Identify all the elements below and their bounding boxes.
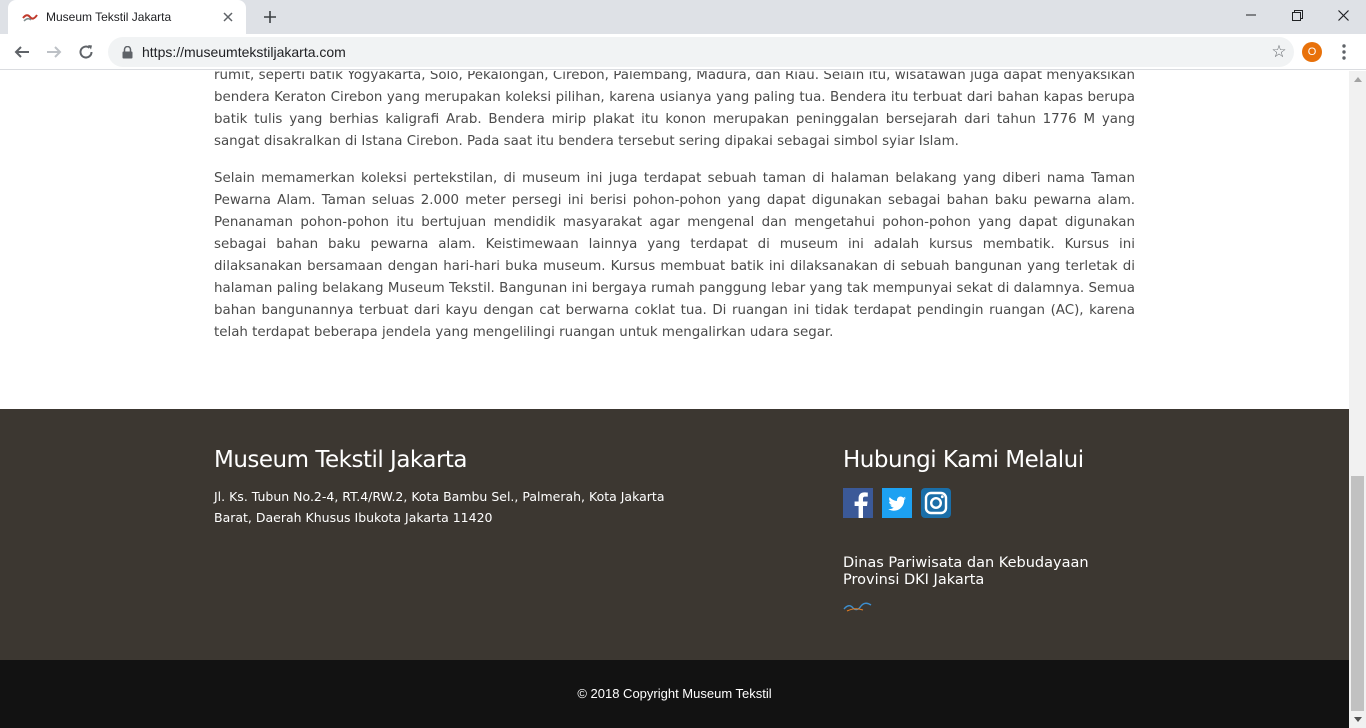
address-bar[interactable]: https://museumtekstiljakarta.com ☆ bbox=[108, 37, 1294, 67]
footer-main: Museum Tekstil Jakarta Jl. Ks. Tubun No.… bbox=[0, 409, 1349, 660]
reload-button[interactable] bbox=[72, 38, 100, 66]
twitter-icon[interactable] bbox=[882, 488, 912, 518]
article-paragraph: rumit, seperti batik Yogyakarta, Solo, P… bbox=[214, 71, 1135, 149]
minimize-window-button[interactable] bbox=[1228, 0, 1274, 30]
scroll-thumb[interactable] bbox=[1351, 476, 1364, 711]
footer-museum-title: Museum Tekstil Jakarta bbox=[214, 447, 468, 473]
back-button[interactable] bbox=[8, 38, 36, 66]
dinas-logo-icon[interactable] bbox=[843, 599, 873, 613]
dinas-text: Dinas Pariwisata dan Kebudayaan Provinsi… bbox=[843, 555, 1143, 589]
address-line: Barat, Daerah Khusus Ibukota Jakarta 114… bbox=[214, 509, 493, 525]
article-body: rumit, seperti batik Yogyakarta, Solo, P… bbox=[214, 71, 1135, 359]
browser-toolbar: https://museumtekstiljakarta.com ☆ O bbox=[0, 34, 1366, 70]
page-scrollbar[interactable] bbox=[1349, 71, 1366, 728]
browser-menu-icon[interactable] bbox=[1332, 39, 1356, 65]
page-viewport: rumit, seperti batik Yogyakarta, Solo, P… bbox=[0, 71, 1349, 728]
restore-window-button[interactable] bbox=[1274, 0, 1320, 30]
browser-tabstrip: Museum Tekstil Jakarta bbox=[0, 0, 1366, 34]
scroll-up-arrow-icon[interactable] bbox=[1349, 71, 1366, 88]
tab-title: Museum Tekstil Jakarta bbox=[46, 10, 172, 24]
footer-address: Jl. Ks. Tubun No.2-4, RT.4/RW.2, Kota Ba… bbox=[214, 487, 674, 528]
browser-tab[interactable]: Museum Tekstil Jakarta bbox=[8, 0, 246, 34]
dinas-line: Provinsi DKI Jakarta bbox=[843, 572, 985, 588]
bookmark-star-icon[interactable]: ☆ bbox=[1264, 37, 1294, 67]
url-text: https://museumtekstiljakarta.com bbox=[142, 44, 346, 60]
new-tab-button[interactable] bbox=[258, 6, 282, 28]
forward-button[interactable] bbox=[40, 38, 68, 66]
museum-favicon-icon bbox=[22, 9, 38, 25]
address-line: Jl. Ks. Tubun No.2-4, RT.4/RW.2, Kota Ba… bbox=[214, 489, 665, 504]
facebook-icon[interactable] bbox=[843, 488, 873, 518]
article-paragraph: Selain memamerkan koleksi pertekstilan, … bbox=[214, 171, 1135, 340]
copyright-text: © 2018 Copyright Museum Tekstil bbox=[577, 686, 772, 701]
instagram-icon[interactable] bbox=[921, 488, 951, 518]
footer-bottom: © 2018 Copyright Museum Tekstil bbox=[0, 660, 1349, 728]
profile-avatar[interactable]: O bbox=[1302, 42, 1322, 62]
dinas-line: Dinas Pariwisata dan Kebudayaan bbox=[843, 555, 1089, 571]
close-window-button[interactable] bbox=[1320, 0, 1366, 30]
footer-contact-title: Hubungi Kami Melalui bbox=[843, 447, 1084, 473]
scroll-down-arrow-icon[interactable] bbox=[1349, 711, 1366, 728]
lock-icon bbox=[120, 45, 134, 59]
tab-close-icon[interactable] bbox=[220, 9, 236, 25]
